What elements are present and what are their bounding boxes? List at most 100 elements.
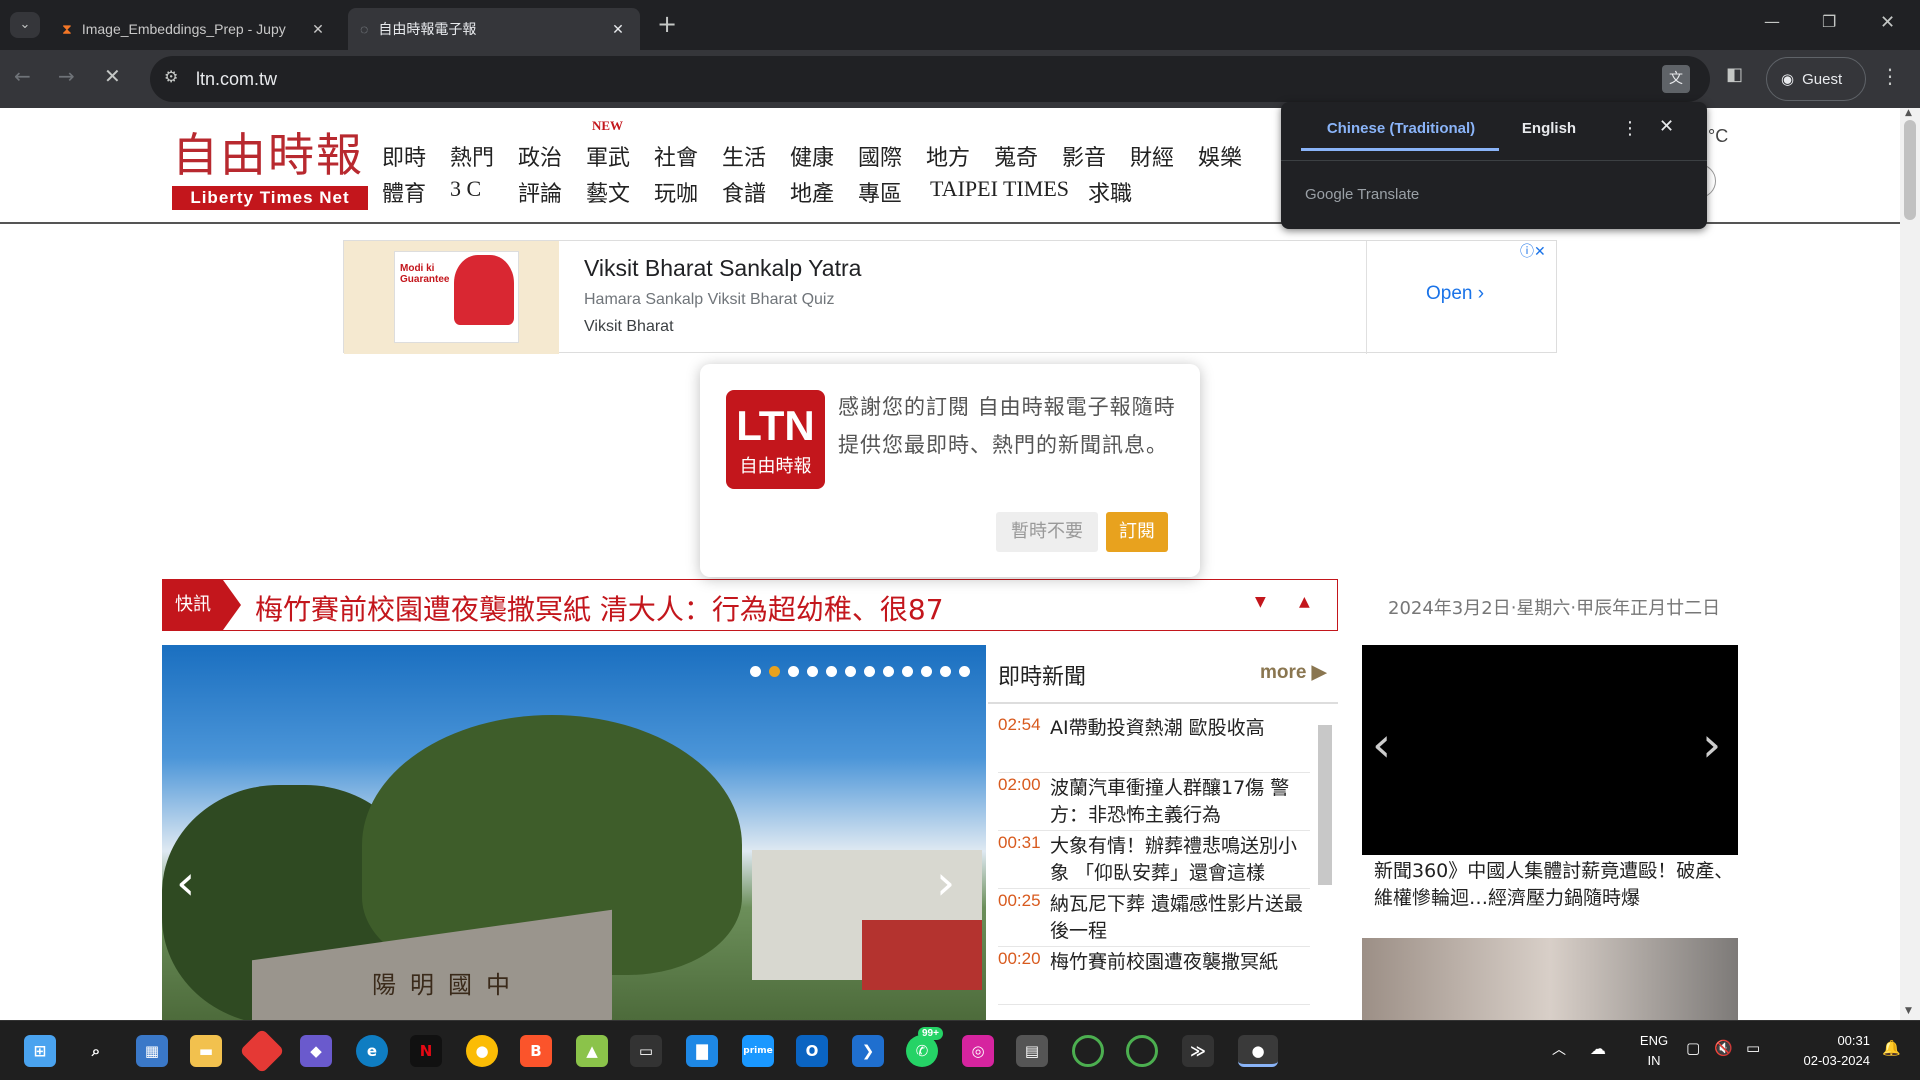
nav-item[interactable]: 即時 — [382, 140, 426, 172]
news-scrollbar[interactable] — [1318, 725, 1332, 885]
profile-button[interactable]: ◉ Guest — [1766, 57, 1866, 101]
news-title[interactable]: 納瓦尼下葬 遺孀感性影片送最後一程 — [1050, 891, 1312, 945]
more-options-icon[interactable]: ⋮ — [1621, 118, 1639, 139]
url-text[interactable]: ltn.com.tw — [196, 69, 277, 90]
news-title[interactable]: 波蘭汽車衝撞人群釀17傷 警方：非恐怖主義行為 — [1050, 775, 1312, 829]
chrome-icon[interactable]: ● — [466, 1035, 498, 1067]
news-title[interactable]: AI帶動投資熱潮 歐股收高 — [1050, 715, 1312, 742]
chevron-up-icon[interactable]: ︿ — [1552, 1039, 1566, 1059]
close-icon[interactable]: ✕ — [608, 21, 628, 38]
edge-icon[interactable]: e — [356, 1035, 388, 1067]
window-close-icon[interactable]: ✕ — [1880, 12, 1895, 33]
photos-icon[interactable]: ▲ — [576, 1035, 608, 1067]
network-icon[interactable]: ▢ — [1686, 1039, 1700, 1057]
ad-banner[interactable]: Modi ki Guarantee Viksit Bharat Sankalp … — [343, 240, 1557, 354]
breaking-headline[interactable]: 梅竹賽前校園遭夜襲撒冥紙 清大人：行為超幼稚、很87 — [255, 588, 944, 628]
nav-item[interactable]: 熱門 — [450, 140, 494, 172]
close-icon[interactable]: ✕ — [1659, 116, 1674, 137]
nav-item[interactable]: 政治 — [518, 140, 562, 172]
search-icon[interactable]: ⌕ — [80, 1035, 112, 1067]
news-title[interactable]: 梅竹賽前校園遭夜襲撒冥紙 — [1050, 949, 1312, 976]
terminal-icon[interactable]: ▭ — [630, 1035, 662, 1067]
app-green-ring-icon[interactable] — [1072, 1035, 1104, 1067]
video-caption[interactable]: 新聞360》中國人集體討薪竟遭毆！破產、維權慘輪迴…經濟壓力鍋隨時爆 — [1374, 858, 1734, 912]
brave-icon[interactable]: B — [520, 1035, 552, 1067]
subscribe-button[interactable]: 訂閱 — [1106, 512, 1168, 552]
nav-item[interactable]: 娛樂 — [1198, 140, 1242, 172]
carousel-dot[interactable] — [769, 666, 780, 677]
video-prev-icon[interactable]: ‹ — [1372, 717, 1391, 773]
nav-item[interactable]: 影音 — [1062, 140, 1106, 172]
video-next-icon[interactable]: › — [1702, 717, 1721, 773]
carousel-dot[interactable] — [826, 666, 837, 677]
chrome-active-icon[interactable]: ● — [1238, 1035, 1278, 1067]
news-title[interactable]: 大象有情！辦葬禮悲鳴送別小象 「仰臥安葬」還會這樣 — [1050, 833, 1312, 887]
stop-icon[interactable]: ✕ — [104, 64, 121, 88]
nav-item[interactable]: 健康 — [790, 140, 834, 172]
translate-source-tab[interactable]: Chinese (Traditional) — [1303, 120, 1499, 137]
nav-item[interactable]: 地產 — [790, 176, 834, 208]
nav-item[interactable]: 專區 — [858, 176, 902, 208]
language-indicator[interactable]: ENG IN — [1634, 1031, 1674, 1071]
nav-item[interactable]: 求職 — [1088, 176, 1132, 208]
nav-item[interactable]: 生活 — [722, 140, 766, 172]
cloud-icon[interactable]: ☁ — [1590, 1039, 1606, 1058]
mute-icon[interactable]: 🔇 — [1714, 1039, 1733, 1057]
carousel-dot[interactable] — [788, 666, 799, 677]
carousel-dot[interactable] — [845, 666, 856, 677]
tab-ltn[interactable]: ◌ 自由時報電子報 ✕ — [348, 8, 640, 50]
restore-icon[interactable]: ❐ — [1822, 12, 1836, 31]
news-more-link[interactable]: more ▶ — [1260, 661, 1326, 684]
news-item[interactable]: 00:25 納瓦尼下葬 遺孀感性影片送最後一程 — [998, 891, 1310, 947]
address-bar[interactable]: ⚙ ltn.com.tw 文 — [150, 56, 1710, 102]
page-scrollbar[interactable]: ▲ ▼ — [1900, 108, 1920, 1020]
nav-item[interactable]: 評論 — [518, 176, 562, 208]
app-gray-icon[interactable]: ▤ — [1016, 1035, 1048, 1067]
ad-open-button[interactable]: Open › — [1426, 283, 1484, 305]
carousel-dot[interactable] — [807, 666, 818, 677]
system-clock[interactable]: 00:31 02-03-2024 — [1790, 1031, 1871, 1071]
nav-item[interactable]: 玩咖 — [654, 176, 698, 208]
nav-item[interactable]: 藝文 — [586, 176, 630, 208]
ad-info-icon[interactable]: ⓘ✕ — [1520, 241, 1546, 261]
minimize-icon[interactable]: — — [1764, 12, 1780, 31]
nav-item[interactable]: TAIPEI TIMES — [930, 176, 1069, 202]
site-info-icon[interactable]: ⚙ — [164, 67, 178, 86]
tab-search-icon[interactable]: ⌄ — [10, 12, 40, 38]
file-explorer-icon[interactable]: ▬ — [190, 1035, 222, 1067]
side-panel-icon[interactable]: ◧ — [1726, 64, 1743, 85]
carousel-prev-icon[interactable]: ‹ — [176, 855, 195, 911]
decline-button[interactable]: 暫時不要 — [996, 512, 1098, 552]
nav-item[interactable]: 國際 — [858, 140, 902, 172]
caret-down-icon[interactable]: ▼ — [1255, 594, 1266, 610]
carousel-next-icon[interactable]: › — [936, 855, 955, 911]
headline-carousel[interactable]: 陽明國中 ‹ › — [162, 645, 986, 1020]
notification-bell-icon[interactable]: 🔔 — [1882, 1039, 1901, 1057]
news-item[interactable]: 02:54 AI帶動投資熱潮 歐股收高 — [998, 715, 1310, 773]
scroll-thumb[interactable] — [1904, 120, 1916, 220]
nav-item[interactable]: 軍武 — [586, 140, 630, 172]
news-item[interactable]: 00:20 梅竹賽前校園遭夜襲撒冥紙 — [998, 949, 1310, 1005]
app-blue-icon[interactable]: ▇ — [686, 1035, 718, 1067]
translate-target-tab[interactable]: English — [1499, 120, 1599, 137]
scroll-down-icon[interactable]: ▼ — [1905, 1006, 1912, 1016]
news-photo[interactable] — [1362, 938, 1738, 1020]
site-logo[interactable]: 自由時報 Liberty Times Net — [172, 128, 368, 212]
carousel-dot[interactable] — [902, 666, 913, 677]
ad-title[interactable]: Viksit Bharat Sankalp Yatra — [584, 255, 861, 282]
carousel-dot[interactable] — [959, 666, 970, 677]
battery-icon[interactable]: ▭ — [1746, 1039, 1760, 1057]
scroll-up-icon[interactable]: ▲ — [1905, 108, 1912, 118]
vscode-icon[interactable]: ❯ — [852, 1035, 884, 1067]
video-player[interactable]: ‹ › — [1362, 645, 1738, 855]
forward-icon[interactable]: → — [58, 64, 75, 88]
prime-video-icon[interactable]: prime — [742, 1035, 774, 1067]
close-icon[interactable]: ✕ — [308, 21, 328, 38]
menu-icon[interactable]: ⋮ — [1880, 64, 1900, 88]
netflix-icon[interactable]: N — [410, 1035, 442, 1067]
carousel-dot[interactable] — [921, 666, 932, 677]
carousel-dot[interactable] — [940, 666, 951, 677]
tab-jupyter[interactable]: ⧗ Image_Embeddings_Prep - Jupy ✕ — [50, 8, 340, 50]
nav-item[interactable]: 地方 — [926, 140, 970, 172]
windows-start-icon[interactable]: ⊞ — [24, 1035, 56, 1067]
